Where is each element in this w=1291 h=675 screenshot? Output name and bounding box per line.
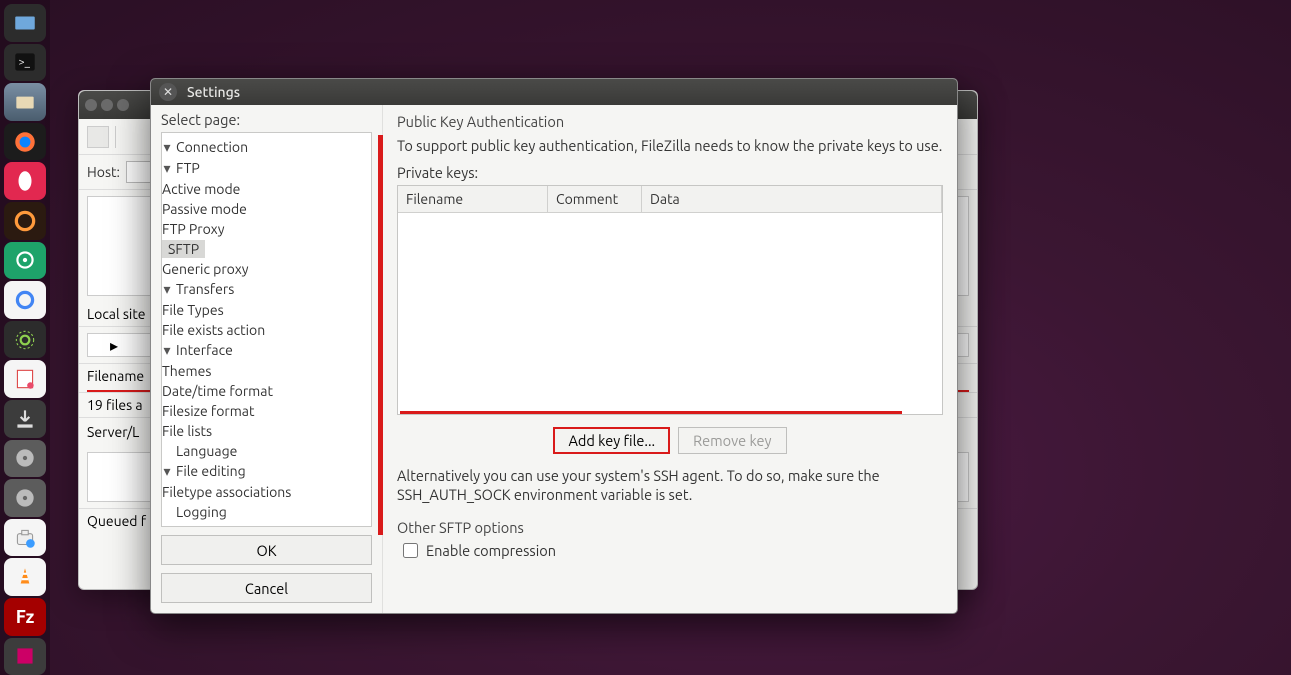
launcher-item-disk2-icon[interactable] xyxy=(4,479,46,517)
tree-datetime[interactable]: Date/time format xyxy=(162,381,371,401)
public-key-auth-description: To support public key authentication, Fi… xyxy=(397,136,943,156)
toolbar-sitemanager-icon[interactable] xyxy=(87,126,109,148)
cancel-button[interactable]: Cancel xyxy=(161,573,372,603)
enable-compression-label[interactable]: Enable compression xyxy=(426,542,556,559)
launcher-item-filezilla-icon[interactable]: Fz xyxy=(4,598,46,636)
column-data[interactable]: Data xyxy=(642,186,942,212)
launcher-item-nautilus-icon[interactable] xyxy=(4,83,46,121)
tree-passive-mode[interactable]: Passive mode xyxy=(162,199,371,219)
column-comment[interactable]: Comment xyxy=(548,186,642,212)
settings-titlebar[interactable]: ✕ Settings xyxy=(151,79,957,105)
launcher-item-other-icon[interactable] xyxy=(4,638,46,675)
launcher-item-terminal-icon[interactable]: >_ xyxy=(4,44,46,82)
caret-down-icon: ▾ xyxy=(162,139,172,156)
tree-ftp-proxy[interactable]: FTP Proxy xyxy=(162,219,371,239)
ok-button[interactable]: OK xyxy=(161,535,372,565)
launcher-item-settings-icon[interactable] xyxy=(4,321,46,359)
close-icon[interactable]: ✕ xyxy=(159,83,177,101)
caret-down-icon: ▾ xyxy=(162,160,172,177)
maximize-icon[interactable] xyxy=(117,99,129,111)
tree-connection[interactable]: ▾Connection xyxy=(162,137,371,158)
enable-compression-checkbox[interactable] xyxy=(403,543,418,558)
tree-file-types[interactable]: File Types xyxy=(162,300,371,320)
host-label: Host: xyxy=(87,164,120,180)
tree-filelists[interactable]: File lists xyxy=(162,421,371,441)
launcher-item-vlc-icon[interactable] xyxy=(4,558,46,596)
highlight-strip xyxy=(378,135,383,535)
remove-key-button: Remove key xyxy=(678,427,786,454)
tree-active-mode[interactable]: Active mode xyxy=(162,179,371,199)
close-icon[interactable] xyxy=(85,99,97,111)
ssh-agent-hint: Alternatively you can use your system's … xyxy=(397,466,943,505)
tree-file-exists[interactable]: File exists action xyxy=(162,320,371,340)
launcher-item-disk1-icon[interactable] xyxy=(4,440,46,478)
launcher-item-opera-icon[interactable] xyxy=(4,162,46,200)
tree-filesize[interactable]: Filesize format xyxy=(162,401,371,421)
caret-down-icon: ▾ xyxy=(162,463,172,480)
private-keys-table[interactable]: Filename Comment Data xyxy=(397,185,943,415)
highlight-underline xyxy=(400,411,902,414)
select-page-label: Select page: xyxy=(161,111,372,128)
launcher-item-updater-icon[interactable] xyxy=(4,202,46,240)
tree-interface[interactable]: ▾Interface xyxy=(162,340,371,361)
settings-tree[interactable]: ▾Connection ▾FTP Active mode Passive mod… xyxy=(161,132,372,527)
public-key-auth-label: Public Key Authentication xyxy=(397,113,943,130)
settings-left-panel: Select page: ▾Connection ▾FTP Active mod… xyxy=(151,105,383,613)
table-header-row: Filename Comment Data xyxy=(398,186,942,213)
tree-transfers[interactable]: ▾Transfers xyxy=(162,279,371,300)
private-keys-list[interactable] xyxy=(398,213,942,414)
tree-themes[interactable]: Themes xyxy=(162,361,371,381)
filezilla-icon-text: Fz xyxy=(16,607,35,627)
minimize-icon[interactable] xyxy=(101,99,113,111)
caret-down-icon: ▾ xyxy=(162,342,172,359)
other-sftp-options-label: Other SFTP options xyxy=(397,519,943,536)
svg-text:>_: >_ xyxy=(19,57,31,69)
launcher-item-firefox-icon[interactable] xyxy=(4,123,46,161)
tree-file-editing[interactable]: ▾File editing xyxy=(162,461,371,482)
ubuntu-launcher: >_ Fz xyxy=(0,0,50,675)
tree-ftp[interactable]: ▾FTP xyxy=(162,158,371,179)
column-filename[interactable]: Filename xyxy=(398,186,548,212)
launcher-item-software-center-icon[interactable] xyxy=(4,519,46,557)
settings-title: Settings xyxy=(187,84,240,100)
launcher-item-files-icon[interactable] xyxy=(4,4,46,42)
launcher-item-shutter-icon[interactable] xyxy=(4,242,46,280)
tree-sftp[interactable]: SFTP xyxy=(162,239,371,259)
launcher-item-google-icon[interactable] xyxy=(4,281,46,319)
tree-generic-proxy[interactable]: Generic proxy xyxy=(162,259,371,279)
settings-dialog: ✕ Settings Select page: ▾Connection ▾FTP… xyxy=(150,78,958,614)
tree-logging[interactable]: Logging xyxy=(162,502,371,522)
private-keys-label: Private keys: xyxy=(397,164,943,181)
caret-down-icon: ▾ xyxy=(162,281,172,298)
add-key-file-button[interactable]: Add key file... xyxy=(553,427,670,454)
launcher-item-notes-icon[interactable] xyxy=(4,360,46,398)
settings-right-panel: Public Key Authentication To support pub… xyxy=(383,105,957,613)
tree-language[interactable]: Language xyxy=(162,441,371,461)
launcher-item-downloads-icon[interactable] xyxy=(4,400,46,438)
tree-filetype-assoc[interactable]: Filetype associations xyxy=(162,482,371,502)
